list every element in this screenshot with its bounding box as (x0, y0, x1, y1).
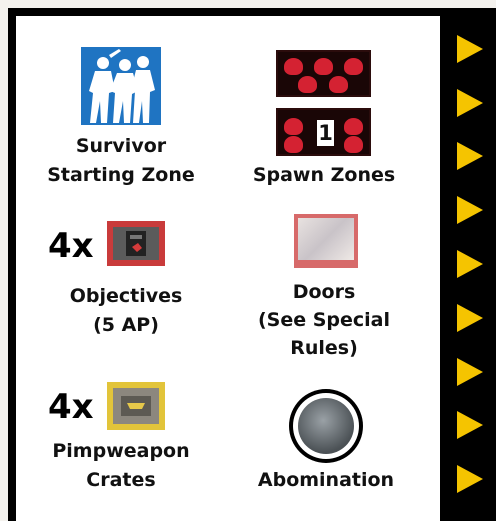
doors-label-line3: Rules) (290, 337, 358, 359)
spawn-number: 1 (317, 120, 334, 146)
pimpweapon-crate-icon (107, 382, 165, 430)
door-token-icon (294, 214, 358, 268)
objectives-label-line1: Objectives (69, 285, 183, 307)
arrow-icon (457, 196, 483, 224)
spawn-zone-tile-icon: 1 (276, 108, 371, 156)
abomination-token-icon (289, 389, 363, 463)
pimpweapon-qty: 4x (48, 387, 94, 427)
arrow-icon (457, 35, 483, 63)
arrow-icon (457, 304, 483, 332)
objective-token-icon (107, 221, 165, 266)
doors-label-line1: Doors (292, 281, 356, 303)
survivor-tile-icon (81, 47, 161, 125)
abomination-label: Abomination (257, 469, 395, 491)
arrow-icon (457, 465, 483, 493)
arrow-icon (457, 142, 483, 170)
objectives-label-line2: (5 AP) (93, 314, 159, 336)
doors-label-line2: (See Special (257, 309, 391, 331)
survivor-label-line2: Starting Zone (47, 164, 195, 186)
spawn-label: Spawn Zones (252, 164, 396, 186)
arrow-icon (457, 89, 483, 117)
survivor-label-line1: Survivor (75, 135, 167, 157)
arrow-icon (457, 358, 483, 386)
objectives-qty: 4x (48, 226, 94, 266)
arrow-icon (457, 250, 483, 278)
pimpweapon-label-line1: Pimpweapon (52, 440, 190, 462)
arrow-icon (457, 411, 483, 439)
pimpweapon-label-line2: Crates (86, 469, 156, 491)
spawn-zone-tile-icon (276, 50, 371, 97)
